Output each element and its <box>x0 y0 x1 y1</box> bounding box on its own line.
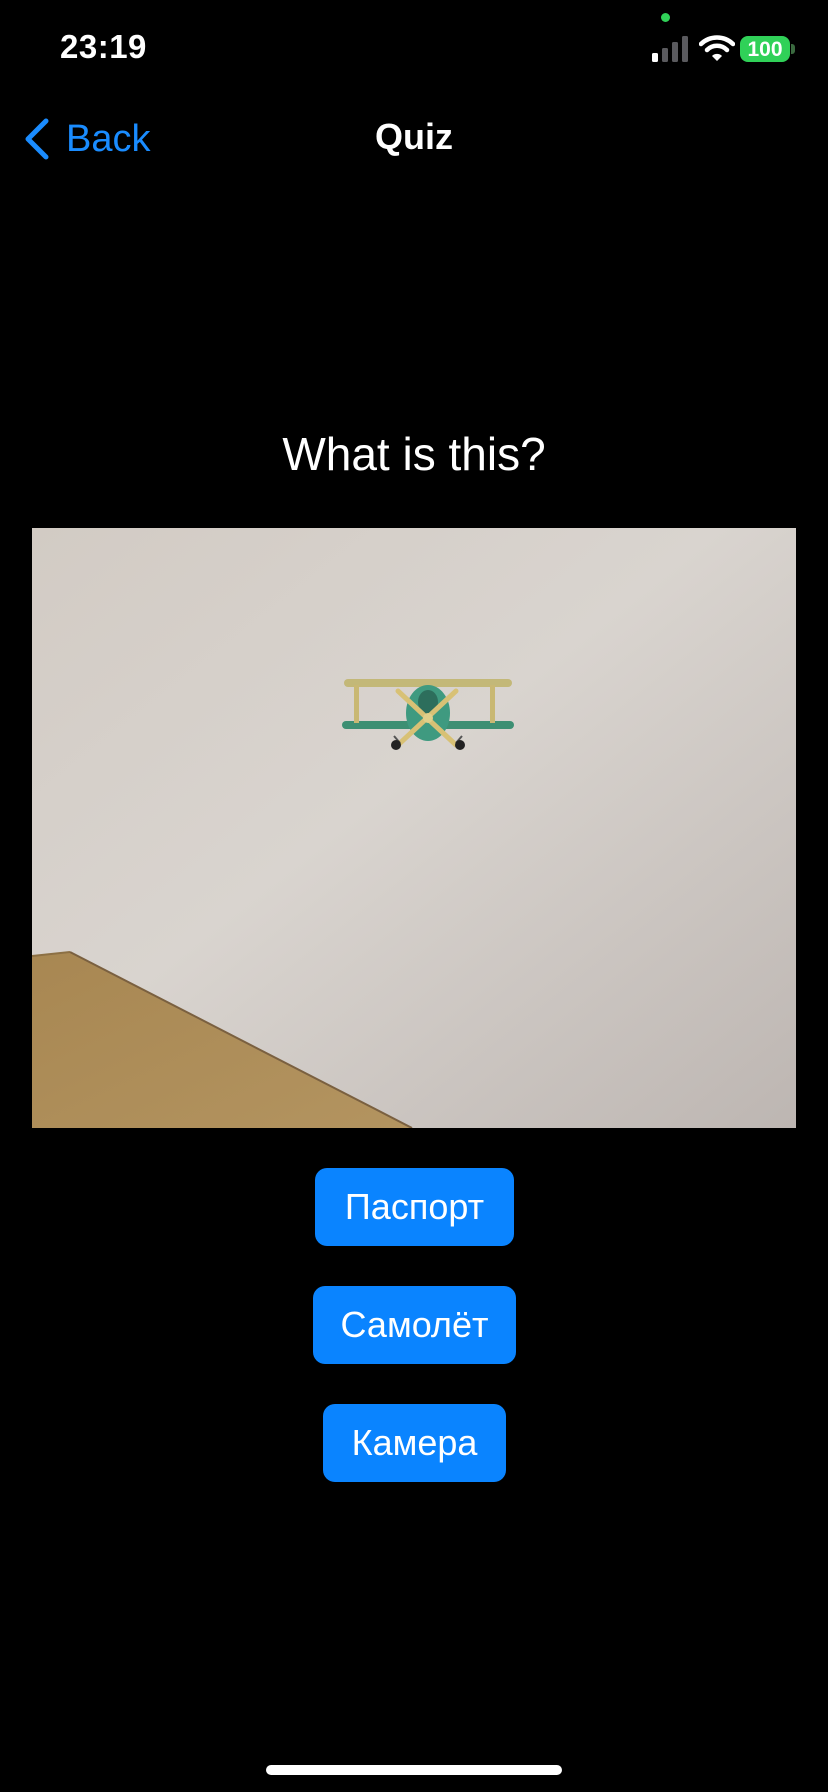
quiz-photo <box>32 528 796 1128</box>
privacy-indicator-icon <box>661 13 670 22</box>
battery-tip <box>791 44 795 54</box>
status-bar: 23:19 100 <box>0 0 828 100</box>
answer-button-airplane[interactable]: Самолёт <box>313 1286 516 1364</box>
back-button[interactable]: Back <box>22 114 150 164</box>
battery-icon: 100 <box>740 36 790 62</box>
home-indicator[interactable] <box>266 1765 562 1775</box>
answer-button-camera[interactable]: Камера <box>323 1404 506 1482</box>
signal-icon <box>652 36 688 62</box>
wifi-icon <box>699 35 735 61</box>
quiz-question: What is this? <box>282 428 546 480</box>
battery-level: 100 <box>747 37 783 61</box>
airplane-photo <box>32 528 796 1128</box>
back-label: Back <box>66 117 151 160</box>
answer-button-passport[interactable]: Паспорт <box>315 1168 514 1246</box>
status-time: 23:19 <box>60 28 147 65</box>
navigation-bar: Quiz Back <box>0 100 828 180</box>
chevron-left-icon <box>25 118 49 160</box>
